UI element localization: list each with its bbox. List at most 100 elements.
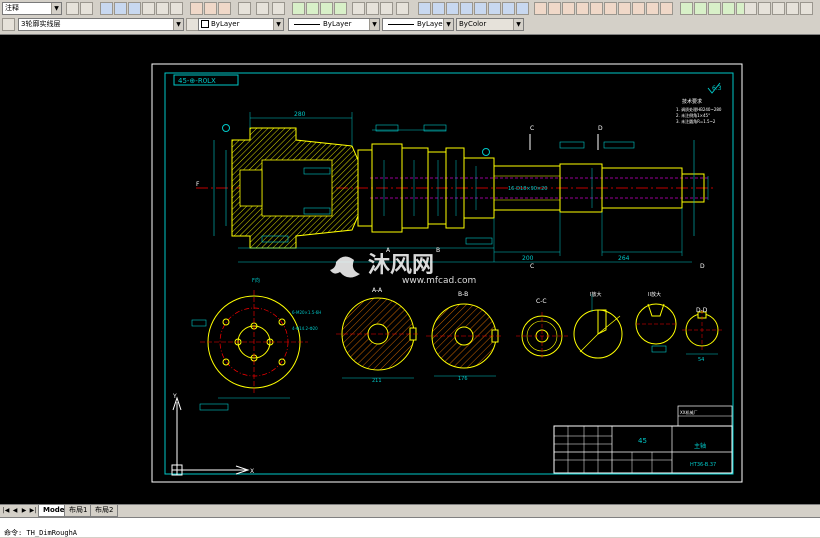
zoom-window-icon[interactable]: [320, 2, 333, 15]
view-ii-label: II放大: [648, 291, 661, 298]
note-1: 1. 调质处理HB240~280: [676, 106, 722, 112]
zoom-realtime-icon[interactable]: [306, 2, 319, 15]
mech-tool-3-icon[interactable]: [446, 2, 459, 15]
symbol-tool-9-icon[interactable]: [646, 2, 659, 15]
svg-text:D: D: [598, 125, 603, 132]
open-file-icon[interactable]: [114, 2, 127, 15]
layer-combo[interactable]: 3轮廓实线层 ▼: [18, 18, 184, 31]
properties-icon[interactable]: [352, 2, 365, 15]
view-tool-2-icon[interactable]: [694, 2, 707, 15]
mech-tool-5-icon[interactable]: [474, 2, 487, 15]
design-center-icon[interactable]: [366, 2, 379, 15]
main-shaft-view: C C D D A B F: [196, 112, 714, 270]
publish-icon[interactable]: [170, 2, 183, 15]
zoom-extents-icon[interactable]: [786, 2, 799, 15]
sheet-outer-border: [151, 63, 743, 483]
symbol-tool-5-icon[interactable]: [590, 2, 603, 15]
zoom-in-icon[interactable]: [744, 2, 757, 15]
linetype-combo[interactable]: ByLayer ▼: [288, 18, 380, 31]
hole-note-2: 4-Φ14.2-Φ20: [292, 326, 318, 331]
copy-icon[interactable]: [204, 2, 217, 15]
undo-icon[interactable]: [256, 2, 269, 15]
lineweight-combo-text: ByLayer: [417, 20, 446, 28]
symbol-tool-10-icon[interactable]: [660, 2, 673, 15]
symbol-tool-1-icon[interactable]: [534, 2, 547, 15]
tab-layout2[interactable]: 布局2: [90, 505, 119, 517]
lineweight-combo[interactable]: ByLayer ▼: [382, 18, 454, 31]
title-name: 主轴: [694, 442, 706, 450]
note-3: 3. 未注圆角R=1.5~2: [676, 118, 716, 124]
dim-176: 176: [458, 376, 468, 382]
chevron-down-icon: ▼: [513, 19, 523, 30]
svg-text:X: X: [250, 468, 254, 475]
style-icon[interactable]: [66, 2, 79, 15]
note-2: 2. 未注倒角1×45°: [676, 112, 710, 118]
section-a-label: A-A: [372, 287, 383, 294]
top-dim-280: 280: [294, 111, 306, 118]
print-preview-icon[interactable]: [156, 2, 169, 15]
zoom-scale-icon[interactable]: [800, 2, 813, 15]
mech-tool-8-icon[interactable]: [516, 2, 529, 15]
chevron-down-icon: ▼: [51, 3, 61, 14]
hole-note-1: 6-M20×1.5-6H: [292, 310, 321, 315]
plotstyle-combo[interactable]: ByColor ▼: [456, 18, 524, 31]
tool-palette-icon[interactable]: [380, 2, 393, 15]
mech-tool-2-icon[interactable]: [432, 2, 445, 15]
plotstyle-combo-text: ByColor: [459, 20, 487, 28]
pan-icon[interactable]: [292, 2, 305, 15]
notes-title: 技术要求: [682, 98, 702, 105]
color-combo[interactable]: ByLayer ▼: [198, 18, 284, 31]
svg-text:F向: F向: [252, 277, 260, 284]
chevron-down-icon: ▼: [273, 19, 283, 30]
last-tab-icon[interactable]: ▶|: [29, 506, 37, 515]
symbol-tool-6-icon[interactable]: [604, 2, 617, 15]
prev-tab-icon[interactable]: ◀: [11, 506, 19, 515]
new-file-icon[interactable]: [100, 2, 113, 15]
print-icon[interactable]: [142, 2, 155, 15]
section-d-view: [682, 310, 722, 355]
match-properties-icon[interactable]: [238, 2, 251, 15]
annotate-combo[interactable]: 注释 ▼: [2, 2, 62, 15]
redo-icon[interactable]: [272, 2, 285, 15]
mech-tool-4-icon[interactable]: [460, 2, 473, 15]
section-d-label: D-D: [696, 307, 708, 314]
section-a-view: [336, 297, 420, 379]
style-manager-icon[interactable]: [80, 2, 93, 15]
zoom-out-icon[interactable]: [758, 2, 771, 15]
help-icon[interactable]: [396, 2, 409, 15]
mech-tool-7-icon[interactable]: [502, 2, 515, 15]
symbol-tool-2-icon[interactable]: [548, 2, 561, 15]
linetype-sample-icon: [294, 23, 320, 25]
save-icon[interactable]: [128, 2, 141, 15]
command-line[interactable]: 命令: TH_DimRoughA: [0, 517, 820, 537]
view-tool-3-icon[interactable]: [708, 2, 721, 15]
command-prompt[interactable]: 命令: TH_DimRoughA: [4, 528, 77, 538]
svg-text:C: C: [530, 125, 534, 132]
company-name: XX机械厂: [680, 409, 697, 415]
drawing-svg: 45-⊕-R0LX 6.3 技术要求 1. 调质处理HB240~280 2. 未…: [151, 63, 743, 483]
zoom-all-icon[interactable]: [772, 2, 785, 15]
lineweight-sample-icon: [388, 23, 414, 25]
mech-tool-6-icon[interactable]: [488, 2, 501, 15]
layer-state-icon[interactable]: [2, 18, 15, 31]
cut-icon[interactable]: [190, 2, 203, 15]
view-tool-4-icon[interactable]: [722, 2, 735, 15]
first-tab-icon[interactable]: |◀: [2, 506, 10, 515]
symbol-tool-7-icon[interactable]: [618, 2, 631, 15]
zoom-previous-icon[interactable]: [334, 2, 347, 15]
section-b-label: B-B: [458, 291, 468, 298]
tab-layout1[interactable]: 布局1: [64, 505, 93, 517]
drawing-canvas[interactable]: 45-⊕-R0LX 6.3 技术要求 1. 调质处理HB240~280 2. 未…: [0, 35, 820, 504]
next-tab-icon[interactable]: ▶: [20, 506, 28, 515]
paste-icon[interactable]: [218, 2, 231, 15]
toolbar: 注释 ▼ 3轮廓实线层 ▼ ByLayer ▼ ByLayer ▼ ByLaye…: [0, 0, 820, 35]
view-tool-1-icon[interactable]: [680, 2, 693, 15]
symbol-tool-8-icon[interactable]: [632, 2, 645, 15]
layers-toolbar: 3轮廓实线层 ▼ ByLayer ▼ ByLayer ▼ ByLayer ▼ B…: [0, 17, 820, 33]
svg-text:D: D: [700, 263, 705, 270]
symbol-tool-3-icon[interactable]: [562, 2, 575, 15]
mech-tool-1-icon[interactable]: [418, 2, 431, 15]
layout-tabs: |◀ ◀ ▶ ▶| Model 布局1 布局2: [0, 504, 820, 517]
flange-end-view: F向: [191, 277, 308, 411]
symbol-tool-4-icon[interactable]: [576, 2, 589, 15]
